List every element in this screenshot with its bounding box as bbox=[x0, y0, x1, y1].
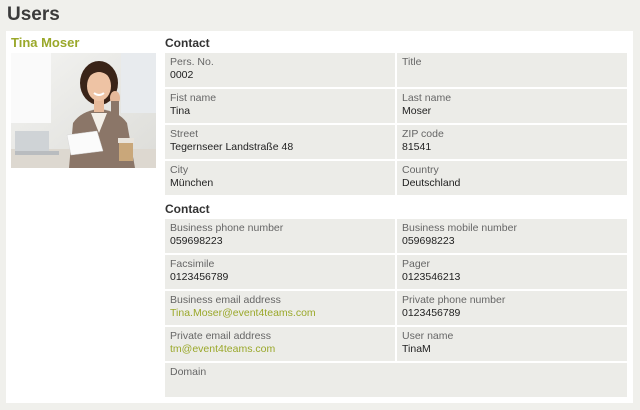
field-pager: Pager 0123546213 bbox=[397, 255, 627, 289]
field-user-name: User name TinaM bbox=[397, 327, 627, 361]
private-email-link[interactable]: tm@event4teams.com bbox=[170, 343, 390, 356]
field-first-name: Fist name Tina bbox=[165, 89, 395, 123]
field-street: Street Tegernseer Landstraße 48 bbox=[165, 125, 395, 159]
section-title-contact: Contact bbox=[165, 36, 210, 50]
field-label: Street bbox=[170, 128, 199, 140]
field-label: ZIP code bbox=[402, 128, 444, 140]
field-zip-code: ZIP code 81541 bbox=[397, 125, 627, 159]
field-label: Private phone number bbox=[402, 294, 506, 306]
user-detail-panel: Tina Moser Contact Pers. No. 0002 Title … bbox=[6, 31, 633, 403]
field-city: City München bbox=[165, 161, 395, 195]
field-label: Last name bbox=[402, 92, 452, 104]
field-label: User name bbox=[402, 330, 454, 342]
field-label: Business email address bbox=[170, 294, 281, 306]
field-value: 0123546213 bbox=[402, 271, 461, 283]
field-value: 059698223 bbox=[170, 235, 223, 247]
field-value: 0123456789 bbox=[402, 307, 461, 319]
field-label: Facsimile bbox=[170, 258, 215, 270]
field-private-phone: Private phone number 0123456789 bbox=[397, 291, 627, 325]
field-facsimile: Facsimile 0123456789 bbox=[165, 255, 395, 289]
contact-details-grid: Business phone number 059698223 Business… bbox=[165, 219, 627, 397]
field-label: Fist name bbox=[170, 92, 217, 104]
field-pers-no: Pers. No. 0002 bbox=[165, 53, 395, 87]
field-value: Tina bbox=[170, 105, 191, 117]
field-label: City bbox=[170, 164, 189, 176]
field-label: Business mobile number bbox=[402, 222, 517, 234]
field-value: Deutschland bbox=[402, 177, 461, 189]
field-private-email: Private email address tm@event4teams.com bbox=[165, 327, 395, 361]
field-value: 0123456789 bbox=[170, 271, 229, 283]
field-value: TinaM bbox=[402, 343, 431, 355]
business-email-link[interactable]: Tina.Moser@event4teams.com bbox=[170, 307, 390, 320]
field-label: Pers. No. bbox=[170, 56, 214, 68]
field-label: Title bbox=[402, 56, 422, 68]
section-title-contact-details: Contact bbox=[165, 202, 210, 216]
field-value: Moser bbox=[402, 105, 432, 117]
profile-name: Tina Moser bbox=[11, 35, 80, 50]
field-value: 81541 bbox=[402, 141, 432, 153]
field-business-mobile: Business mobile number 059698223 bbox=[397, 219, 627, 253]
field-value: 059698223 bbox=[402, 235, 455, 247]
page-title: Users bbox=[7, 4, 60, 25]
field-label: Business phone number bbox=[170, 222, 284, 234]
field-label: Country bbox=[402, 164, 439, 176]
field-label: Private email address bbox=[170, 330, 271, 342]
field-last-name: Last name Moser bbox=[397, 89, 627, 123]
field-value: Tegernseer Landstraße 48 bbox=[170, 141, 294, 153]
field-label: Pager bbox=[402, 258, 431, 270]
field-business-phone: Business phone number 059698223 bbox=[165, 219, 395, 253]
contact-grid: Pers. No. 0002 Title Fist name Tina Last… bbox=[165, 53, 627, 195]
user-photo bbox=[11, 53, 156, 168]
field-value: München bbox=[170, 177, 214, 189]
field-country: Country Deutschland bbox=[397, 161, 627, 195]
field-domain: Domain bbox=[165, 363, 627, 397]
field-business-email: Business email address Tina.Moser@event4… bbox=[165, 291, 395, 325]
field-label: Domain bbox=[170, 366, 207, 378]
field-value: 0002 bbox=[170, 69, 194, 81]
field-title: Title bbox=[397, 53, 627, 87]
